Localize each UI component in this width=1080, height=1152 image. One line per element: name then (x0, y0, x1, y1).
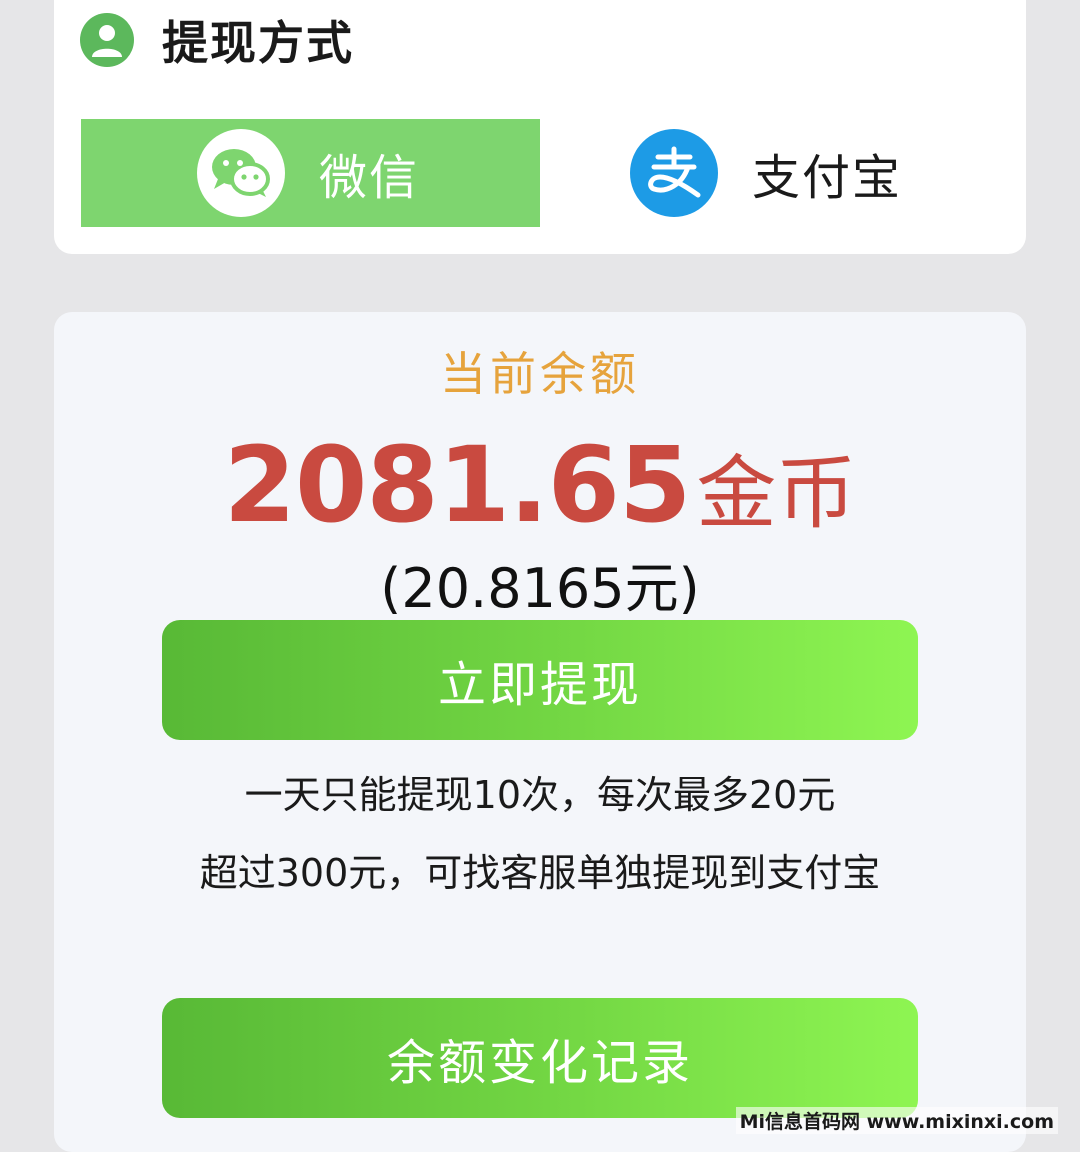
balance-amount-value: 2081.65 (223, 424, 692, 546)
balance-card: 当前余额 2081.65 金币 (20.8165元) 立即提现 一天只能提现10… (54, 312, 1026, 1152)
user-icon (80, 13, 134, 67)
withdraw-limit-note: 一天只能提现10次，每次最多20元 (244, 773, 836, 817)
alipay-option[interactable]: 支付宝 (614, 119, 994, 227)
withdraw-method-header: 提现方式 (80, 8, 354, 72)
withdraw-method-card: 提现方式 微信 支付宝 (54, 0, 1026, 254)
balance-label: 当前余额 (440, 347, 640, 401)
withdraw-method-title: 提现方式 (162, 16, 354, 70)
balance-amount: 2081.65 金币 (54, 424, 1026, 546)
balance-yuan-equivalent: (20.8165元) (380, 557, 700, 620)
wechat-option[interactable]: 微信 (81, 119, 540, 227)
withdraw-now-button[interactable]: 立即提现 (162, 620, 918, 740)
balance-amount-unit: 金币 (696, 447, 857, 540)
wechat-icon (197, 129, 285, 217)
balance-history-button[interactable]: 余额变化记录 (162, 998, 918, 1118)
customer-service-note: 超过300元，可找客服单独提现到支付宝 (199, 851, 881, 895)
wechat-label: 微信 (319, 150, 420, 206)
watermark: Mi信息首码网 www.mixinxi.com (735, 1107, 1058, 1134)
alipay-icon (630, 129, 718, 217)
alipay-label: 支付宝 (752, 150, 903, 206)
